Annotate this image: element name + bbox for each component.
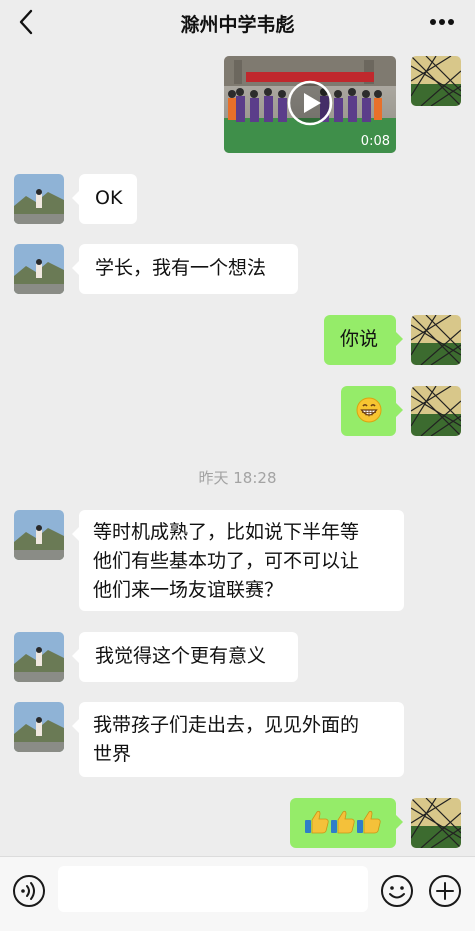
contact-avatar[interactable]	[14, 244, 64, 294]
message-text-line: 我带孩子们走出去，见见外面的	[93, 714, 360, 736]
message-text-line: 等时机成熟了，比如说下半年等	[93, 521, 360, 543]
video-message[interactable]: 0:08	[224, 56, 396, 153]
contact-avatar[interactable]	[14, 510, 64, 560]
contact-avatar[interactable]	[14, 632, 64, 682]
plus-icon[interactable]	[428, 874, 462, 908]
chat-header: 滁州中学韦彪	[0, 0, 475, 46]
emoji-icon[interactable]	[380, 874, 414, 908]
voice-icon[interactable]	[12, 874, 46, 908]
grinning-face-emoji	[356, 397, 382, 423]
message-bubble-outgoing[interactable]: 你说	[324, 315, 403, 365]
ellipsis-icon[interactable]	[429, 18, 455, 26]
timestamp: 昨天 18:28	[198, 469, 277, 487]
message-text-line: 世界	[93, 743, 132, 765]
thumbs-up-emoji	[305, 810, 381, 834]
my-avatar[interactable]	[411, 798, 461, 848]
message-input[interactable]	[58, 866, 368, 912]
message-bubble[interactable]: 我觉得这个更有意义	[72, 632, 298, 682]
message-text: 学长，我有一个想法	[95, 257, 267, 279]
message-text: 我觉得这个更有意义	[95, 645, 267, 667]
my-avatar[interactable]	[411, 56, 461, 106]
message-text: OK	[95, 187, 123, 209]
my-avatar[interactable]	[411, 315, 461, 365]
message-bubble-outgoing[interactable]	[290, 798, 403, 848]
message-bubble[interactable]: 学长，我有一个想法	[72, 244, 298, 294]
message-text-line: 他们来一场友谊联赛？	[93, 579, 284, 601]
video-duration: 0:08	[360, 134, 390, 149]
message-bubble[interactable]: OK	[72, 174, 137, 224]
message-text: 你说	[340, 328, 379, 350]
contact-avatar[interactable]	[14, 174, 64, 224]
chat-title: 滁州中学韦彪	[180, 14, 295, 36]
contact-avatar[interactable]	[14, 702, 64, 752]
message-bubble[interactable]: 等时机成熟了，比如说下半年等 他们有些基本功了，可不可以让 他们来一场友谊联赛？	[72, 510, 404, 611]
message-bubble[interactable]: 我带孩子们走出去，见见外面的 世界	[72, 702, 404, 777]
message-bubble-outgoing[interactable]	[341, 386, 403, 436]
input-bar	[0, 856, 475, 931]
message-text-line: 他们有些基本功了，可不可以让	[93, 550, 360, 572]
my-avatar[interactable]	[411, 386, 461, 436]
